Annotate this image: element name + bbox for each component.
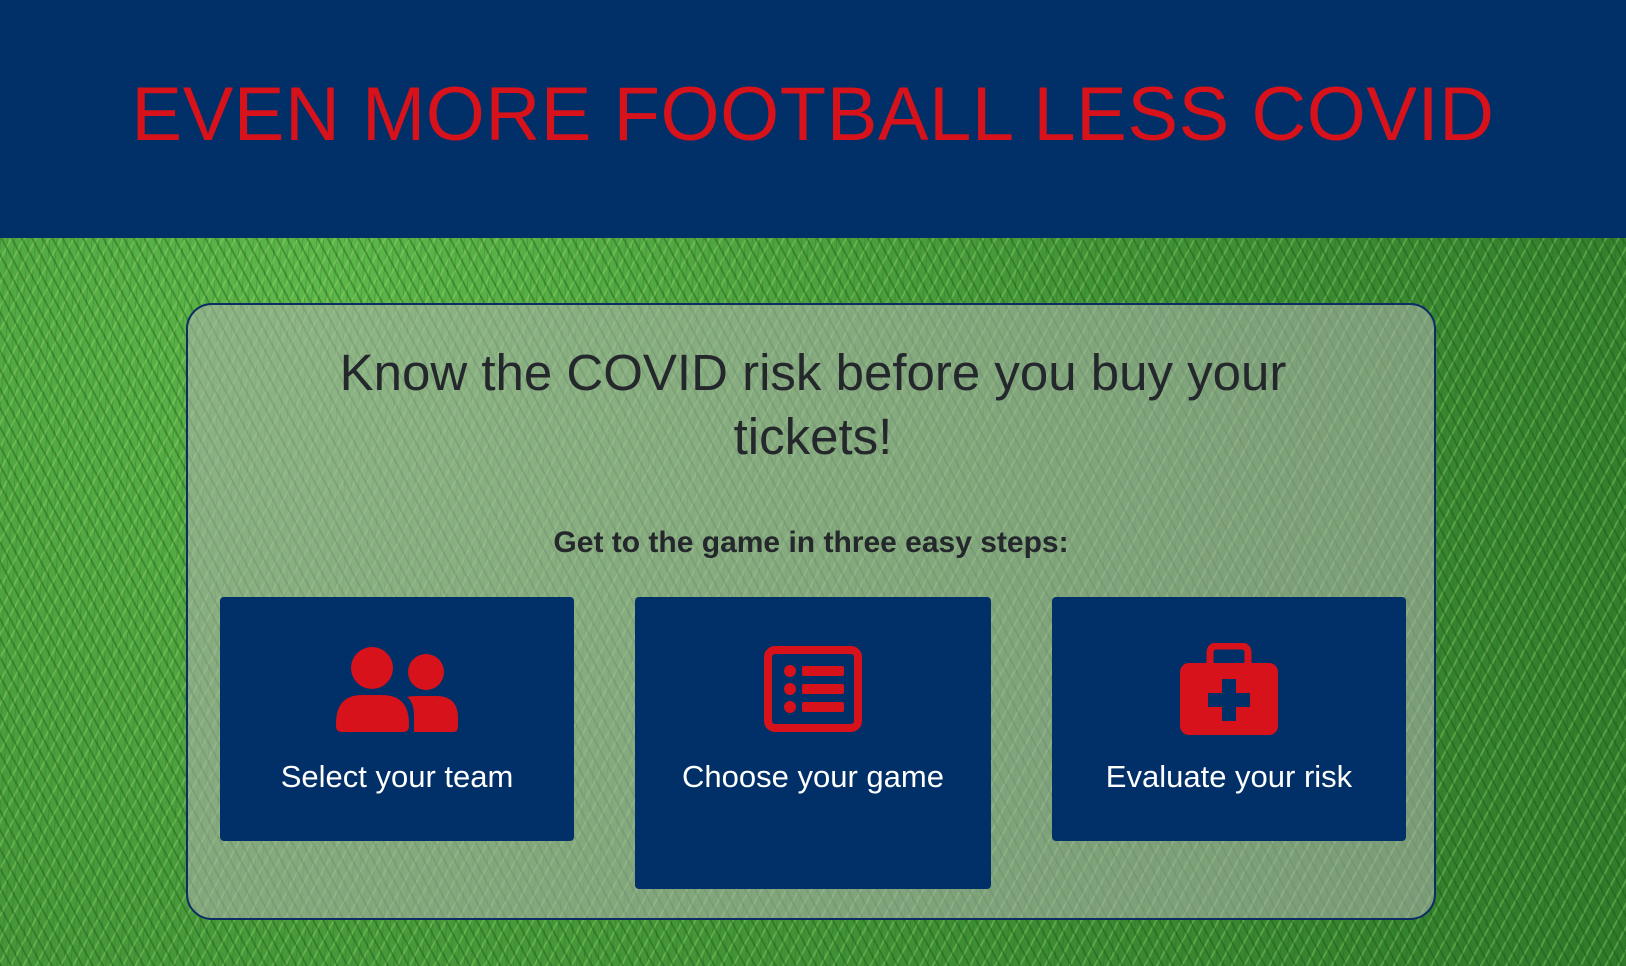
users-icon bbox=[220, 643, 574, 735]
steps-subheadline: Get to the game in three easy steps: bbox=[553, 526, 1069, 559]
medkit-icon bbox=[1052, 643, 1406, 735]
step-label-evaluate-risk: Evaluate your risk bbox=[1105, 759, 1353, 794]
step-label-select-team: Select your team bbox=[280, 759, 514, 794]
step-choose-game-button[interactable]: Choose your game bbox=[635, 597, 991, 889]
list-icon bbox=[635, 643, 991, 735]
step-evaluate-risk-button[interactable]: Evaluate your risk bbox=[1052, 597, 1406, 841]
page-headline: Know the COVID risk before you buy your … bbox=[339, 344, 1287, 465]
step-select-team-button[interactable]: Select your team bbox=[220, 597, 574, 841]
step-label-choose-game: Choose your game bbox=[682, 759, 944, 794]
intro-card: Know the COVID risk before you buy your … bbox=[186, 303, 1436, 920]
site-header: EVEN MORE FOOTBALL LESS COVID bbox=[0, 0, 1626, 238]
site-title: EVEN MORE FOOTBALL LESS COVID bbox=[131, 72, 1495, 157]
